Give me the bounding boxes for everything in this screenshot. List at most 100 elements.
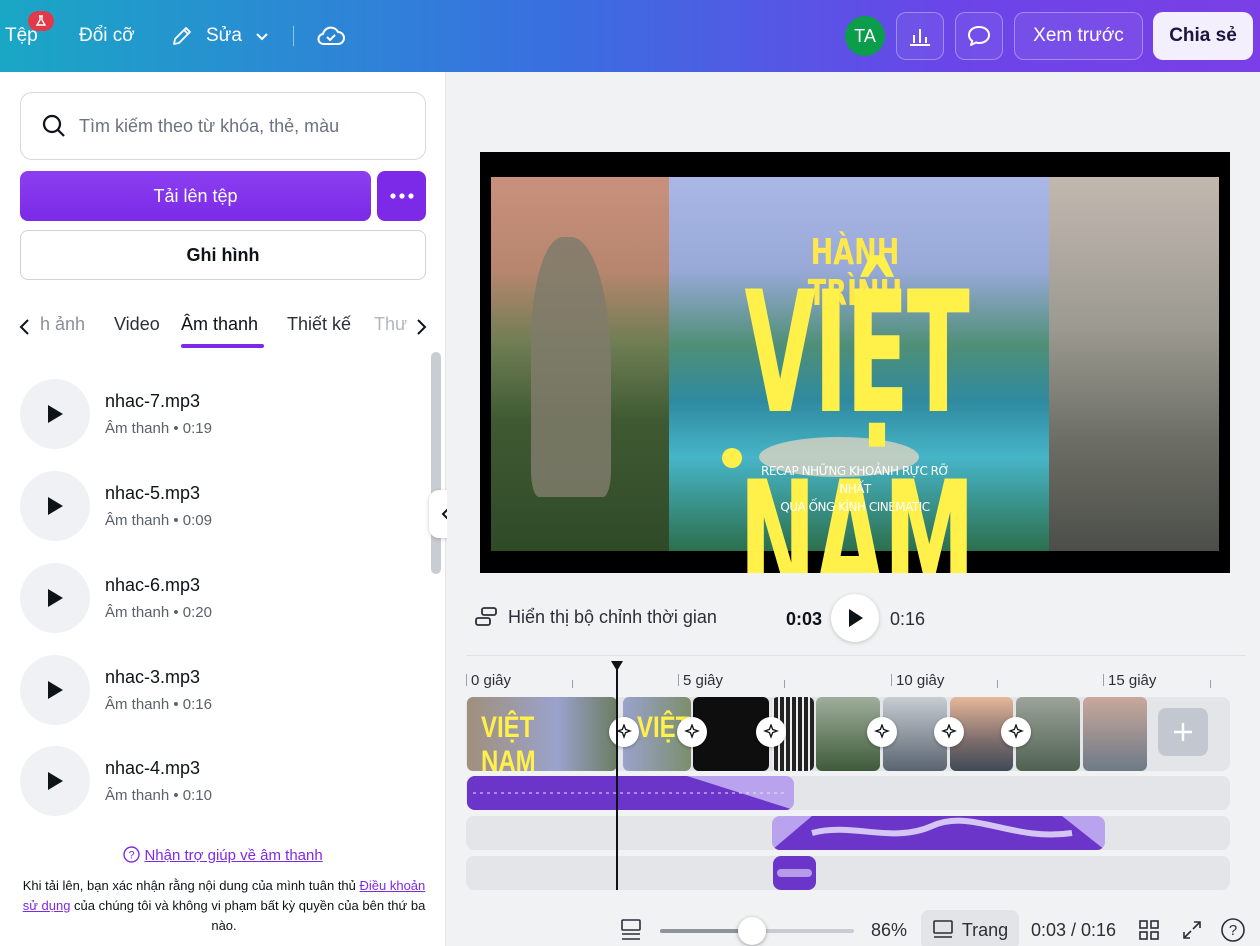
preview-label: Xem trước	[1033, 25, 1124, 46]
tab-images[interactable]: h ảnh	[40, 314, 85, 335]
play-button[interactable]	[20, 563, 90, 633]
transition-button[interactable]	[934, 717, 964, 747]
audio-item[interactable]: nhac-3.mp3 Âm thanh • 0:16	[20, 655, 420, 727]
svg-text:?: ?	[1229, 922, 1237, 939]
play-icon	[48, 772, 63, 790]
transition-button[interactable]	[1001, 717, 1031, 747]
transition-button[interactable]	[609, 717, 639, 747]
timeline-toggle-label: Hiển thị bộ chỉnh thời gian	[508, 606, 717, 627]
audio-name: nhac-4.mp3	[105, 758, 201, 778]
preview-button[interactable]: Xem trước	[1014, 12, 1143, 60]
play-icon	[48, 589, 63, 607]
title-dot	[722, 448, 742, 468]
tab-audio[interactable]: Âm thanh	[181, 314, 258, 335]
video-clip[interactable]: VIỆT NAM	[467, 697, 617, 771]
top-bar: Tệp Đổi cỡ Sửa TA Xem trước Chia sẻ	[0, 0, 1260, 72]
audio-meta: Âm thanh • 0:16	[105, 696, 212, 713]
scrollbar[interactable]	[431, 352, 441, 574]
help-circle-icon[interactable]: ?	[1220, 917, 1246, 943]
audio-item[interactable]: nhac-7.mp3 Âm thanh • 0:19	[20, 379, 420, 451]
legal-notice: Khi tải lên, bạn xác nhận rằng nội dung …	[18, 876, 430, 936]
tab-designs[interactable]: Thiết kế	[287, 314, 351, 335]
upload-label: Tải lên tệp	[153, 185, 238, 206]
video-clip[interactable]	[1083, 697, 1147, 771]
audio-meta: Âm thanh • 0:09	[105, 512, 212, 529]
share-button[interactable]: Chia sẻ	[1153, 12, 1253, 60]
audio-help-link[interactable]: Nhận trợ giúp về âm thanh	[144, 847, 322, 864]
audio-name: nhac-5.mp3	[105, 483, 201, 503]
playhead[interactable]	[616, 668, 618, 890]
page-icon	[933, 920, 953, 938]
play-button[interactable]	[20, 746, 90, 816]
page-view-button[interactable]: Trang	[921, 910, 1019, 946]
audio-waveform	[777, 869, 812, 877]
zoom-slider-knob[interactable]	[738, 917, 766, 945]
audio-clip[interactable]	[772, 816, 1105, 850]
audio-help: ? Nhận trợ giúp về âm thanh	[0, 846, 446, 864]
audio-item[interactable]: nhac-5.mp3 Âm thanh • 0:09	[20, 471, 420, 543]
active-tab-indicator	[181, 344, 264, 348]
ruler-label: 5 giây	[683, 672, 724, 689]
play-icon	[48, 681, 63, 699]
play-button[interactable]	[20, 655, 90, 725]
audio-track	[466, 856, 1230, 890]
resize-button[interactable]: Đổi cỡ	[79, 0, 135, 72]
search-placeholder: Tìm kiếm theo từ khóa, thẻ, màu	[79, 115, 340, 136]
search-icon	[42, 114, 65, 137]
insights-button[interactable]	[896, 12, 944, 60]
transition-button[interactable]	[756, 717, 786, 747]
audio-item[interactable]: nhac-6.mp3 Âm thanh • 0:20	[20, 563, 420, 635]
page-view-label: Trang	[961, 919, 1009, 940]
edit-menu[interactable]: Sửa	[170, 0, 270, 72]
transition-button[interactable]	[677, 717, 707, 747]
record-button[interactable]: Ghi hình	[20, 230, 426, 280]
grid-view-icon[interactable]	[1138, 919, 1160, 941]
file-menu[interactable]: Tệp	[5, 0, 38, 72]
legal-suffix: của chúng tôi và không vi phạm bất kỳ qu…	[70, 898, 426, 933]
chevron-left-icon[interactable]	[18, 318, 32, 336]
play-button[interactable]	[831, 594, 879, 642]
stage-main-title: VIỆT NAM	[738, 255, 975, 573]
timeline-toggle[interactable]: Hiển thị bộ chỉnh thời gian	[474, 606, 717, 628]
resize-label: Đổi cỡ	[79, 25, 135, 46]
audio-clip[interactable]	[773, 856, 816, 890]
play-button[interactable]	[20, 471, 90, 541]
tab-folders[interactable]: Thư	[374, 314, 407, 335]
play-icon	[849, 609, 863, 627]
total-time: 0:16	[890, 609, 926, 629]
timeline-ruler[interactable]: 0 giây 5 giây 10 giây 15 giây	[466, 668, 1231, 692]
play-icon	[48, 497, 63, 515]
ruler-tick	[466, 674, 467, 686]
search-input[interactable]: Tìm kiếm theo từ khóa, thẻ, màu	[20, 92, 426, 160]
cloud-save-button[interactable]	[316, 0, 346, 72]
sparkle-icon	[941, 724, 957, 739]
pencil-icon	[173, 27, 191, 45]
ruler-tick	[1103, 674, 1104, 686]
audio-name: nhac-7.mp3	[105, 391, 201, 411]
avatar[interactable]: TA	[845, 16, 885, 56]
comment-button[interactable]	[955, 12, 1003, 60]
edit-label: Sửa	[206, 25, 242, 46]
bar-chart-icon	[910, 29, 930, 46]
ruler-tick	[1210, 680, 1211, 688]
play-button[interactable]	[20, 379, 90, 449]
upload-files-button[interactable]: Tải lên tệp	[20, 171, 371, 221]
sparkle-icon	[616, 724, 632, 739]
audio-item[interactable]: nhac-4.mp3 Âm thanh • 0:10	[20, 746, 420, 818]
notes-icon[interactable]	[620, 918, 642, 942]
stage-subtitle-line1: RECAP NHỮNG KHOẢNH RỰC RỠ NHẤT	[761, 464, 949, 496]
chevron-right-icon[interactable]	[414, 318, 428, 336]
more-options-button[interactable]	[377, 171, 426, 221]
transition-button[interactable]	[867, 717, 897, 747]
time-readout: 0:03 / 0:16	[1031, 920, 1117, 940]
notification-badge	[28, 11, 54, 31]
zoom-level: 86%	[871, 920, 908, 940]
sparkle-icon	[1008, 724, 1024, 739]
tab-video[interactable]: Video	[114, 314, 160, 335]
audio-clip[interactable]	[467, 776, 794, 810]
fullscreen-icon[interactable]	[1181, 919, 1203, 941]
audio-meta: Âm thanh • 0:19	[105, 420, 212, 437]
video-stage[interactable]: HÀNH TRÌNH VIỆT NAM RECAP NHỮNG KHOẢNH R…	[480, 152, 1230, 573]
plus-icon	[1174, 723, 1192, 741]
add-clip-button[interactable]	[1158, 708, 1208, 756]
